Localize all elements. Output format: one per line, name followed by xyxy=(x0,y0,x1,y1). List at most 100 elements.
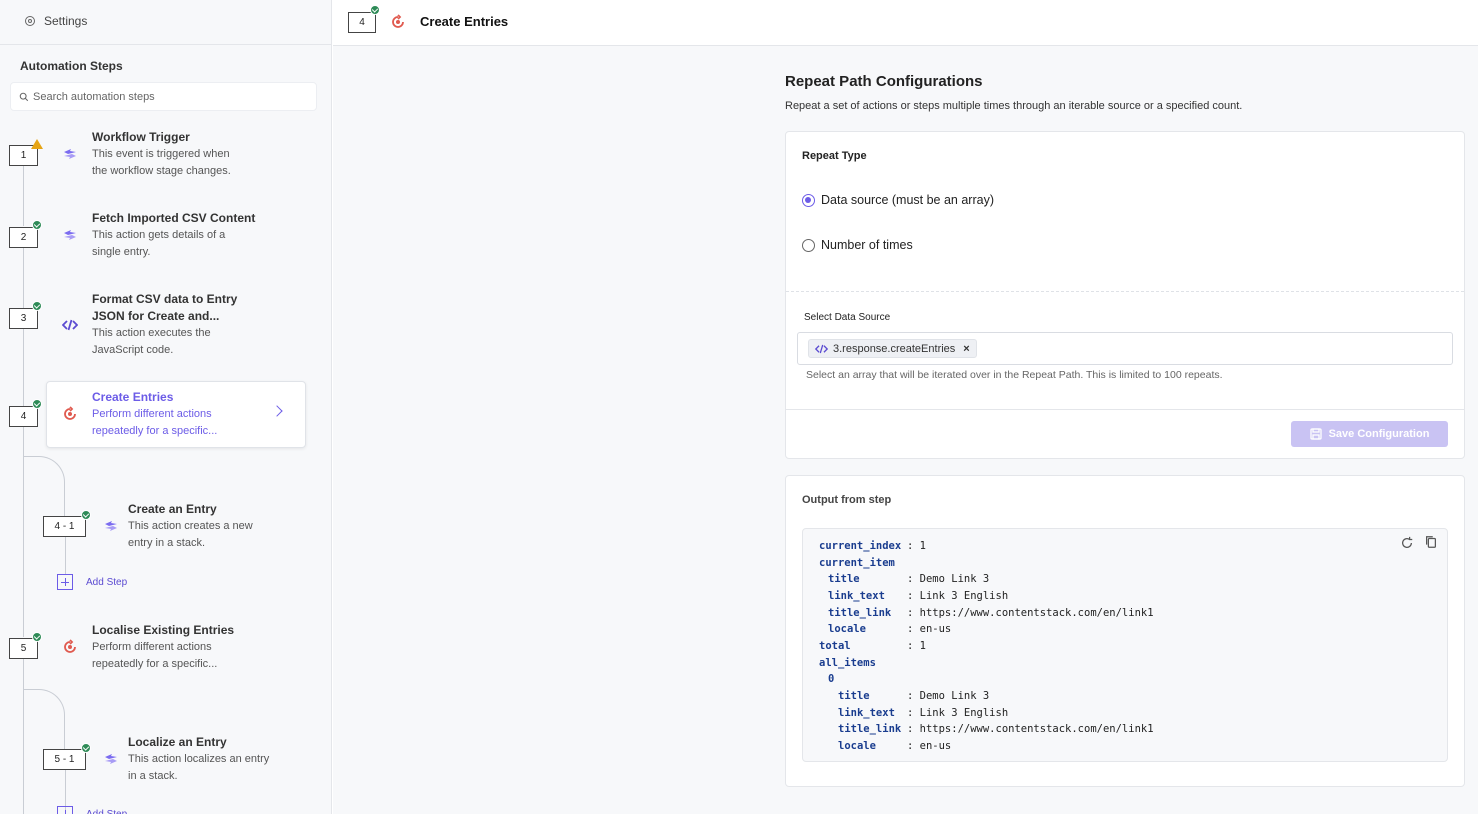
output-label: Output from step xyxy=(802,494,892,506)
connector-line xyxy=(23,248,24,308)
step-title[interactable]: Workflow Trigger xyxy=(92,129,272,146)
step-number: 5 - 1 xyxy=(43,749,86,770)
save-icon xyxy=(1309,428,1322,440)
sidebar: Settings Automation Steps 1 Workflow Tri… xyxy=(0,0,332,814)
success-check-icon xyxy=(32,301,42,311)
output-value: : Link 3 English xyxy=(907,589,1009,602)
branch-curve xyxy=(23,456,65,516)
close-icon[interactable]: × xyxy=(963,343,969,355)
repeat-icon xyxy=(64,406,76,420)
output-value: : Link 3 English xyxy=(907,706,1009,719)
data-source-label: Select Data Source xyxy=(804,312,891,323)
warning-icon xyxy=(31,139,43,149)
copy-icon[interactable] xyxy=(1424,535,1438,549)
refresh-icon[interactable] xyxy=(1400,536,1414,550)
repeat-icon xyxy=(392,14,404,28)
section-subtitle: Repeat a set of actions or steps multipl… xyxy=(785,100,1243,112)
step-title[interactable]: Localise Existing Entries xyxy=(92,622,272,639)
search-icon xyxy=(19,92,29,101)
section-title: Automation Steps xyxy=(20,59,123,73)
save-configuration-button[interactable]: Save Configuration xyxy=(1291,421,1448,447)
radio-label[interactable]: Number of times xyxy=(821,238,913,252)
divider xyxy=(0,44,331,45)
step-title[interactable]: Fetch Imported CSV Content xyxy=(92,210,272,227)
plus-icon xyxy=(57,806,73,814)
code-icon xyxy=(815,344,828,353)
radio-label[interactable]: Data source (must be an array) xyxy=(821,193,994,207)
output-value: : 1 xyxy=(907,639,926,652)
output-value: : Demo Link 3 xyxy=(907,573,990,586)
settings-link[interactable]: Settings xyxy=(24,14,87,28)
step-title[interactable]: Create Entries xyxy=(92,389,272,406)
data-source-chip[interactable]: 3.response.createEntries × xyxy=(808,339,977,358)
output-key: total xyxy=(819,639,851,652)
output-key: all_items xyxy=(819,656,876,669)
step-description: This action gets details of a single entr… xyxy=(92,229,226,258)
divider xyxy=(786,291,1464,292)
radio-data-source[interactable] xyxy=(802,194,815,207)
output-key: title xyxy=(838,689,870,702)
output-key: title xyxy=(828,573,860,586)
output-key: title_link xyxy=(838,723,902,736)
success-check-icon xyxy=(32,632,42,642)
success-check-icon xyxy=(32,399,42,409)
output-value: : en-us xyxy=(907,623,952,636)
repeat-icon xyxy=(64,639,76,653)
radio-number-of-times[interactable] xyxy=(802,239,815,252)
output-key: locale xyxy=(838,739,876,752)
sync-icon xyxy=(105,754,117,764)
settings-label: Settings xyxy=(44,14,88,28)
add-step-label: Add Step xyxy=(86,576,128,588)
plus-icon xyxy=(57,574,73,590)
add-step-label: Add Step xyxy=(86,808,128,814)
connector-line xyxy=(65,537,66,575)
branch-curve xyxy=(23,689,65,749)
sync-icon xyxy=(64,230,76,240)
output-value: : https://www.contentstack.com/en/link1 xyxy=(907,606,1154,619)
output-value: : https://www.contentstack.com/en/link1 xyxy=(907,723,1154,736)
output-value: : Demo Link 3 xyxy=(907,689,990,702)
step-number: 3 xyxy=(9,308,38,329)
output-key: 0 xyxy=(828,673,835,686)
gear-icon xyxy=(25,16,35,26)
step-title[interactable]: Localize an Entry xyxy=(128,734,308,751)
step-title[interactable]: Create an Entry xyxy=(128,501,308,518)
output-key: link_text xyxy=(828,589,885,602)
search-input[interactable] xyxy=(33,90,303,103)
output-key: title_link xyxy=(828,606,892,619)
output-key: link_text xyxy=(838,706,895,719)
step-number: 4 xyxy=(9,406,38,427)
section-title: Repeat Path Configurations xyxy=(785,73,983,90)
success-check-icon xyxy=(370,5,380,15)
output-code-block: current_index: 1 current_item title: Demo … xyxy=(802,528,1448,762)
step-title[interactable]: Format CSV data to Entry JSON for Create … xyxy=(92,291,272,325)
data-source-help: Select an array that will be iterated ov… xyxy=(806,369,1223,381)
output-key: current_item xyxy=(819,556,895,569)
repeat-type-label: Repeat Type xyxy=(802,150,867,162)
step-description: This action localizes an entry in a stack… xyxy=(128,753,270,782)
code-icon xyxy=(62,319,78,331)
step-description: This action executes the JavaScript code. xyxy=(92,327,211,356)
step-number: 4 - 1 xyxy=(43,516,86,537)
step-description: This event is triggered when the workflow… xyxy=(92,148,231,177)
success-check-icon xyxy=(81,510,91,520)
output-value: : en-us xyxy=(907,739,952,752)
page-title: Create Entries xyxy=(420,14,509,29)
step-description: Perform different actions repeatedly for … xyxy=(92,641,218,670)
header-step-number: 4 xyxy=(348,12,376,33)
divider xyxy=(786,409,1464,410)
output-value: : 1 xyxy=(907,540,926,552)
output-key: locale xyxy=(828,623,866,636)
success-check-icon xyxy=(32,220,42,230)
sync-icon xyxy=(105,521,117,531)
header: 4 Create Entries xyxy=(333,0,1478,46)
step-description: Perform different actions repeatedly for … xyxy=(92,408,218,437)
sync-icon xyxy=(64,149,76,159)
add-step-button[interactable]: Add Step xyxy=(57,574,127,590)
add-step-button[interactable]: Add Step xyxy=(57,806,127,814)
search-box[interactable] xyxy=(10,82,317,111)
chip-label: 3.response.createEntries xyxy=(833,342,956,355)
connector-line xyxy=(65,770,66,810)
connector-line xyxy=(23,166,24,226)
success-check-icon xyxy=(81,743,91,753)
